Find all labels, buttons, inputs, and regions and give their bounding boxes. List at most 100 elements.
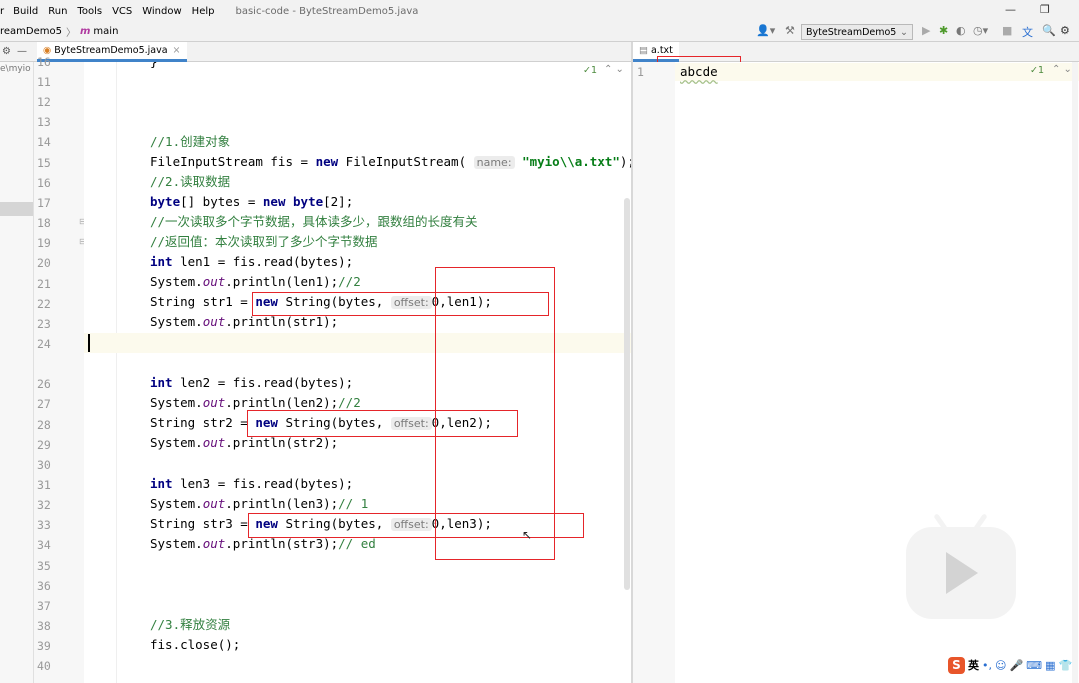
text-file-icon: ▤ xyxy=(639,44,648,56)
breadcrumb-method[interactable]: main xyxy=(93,26,118,37)
code-token: System. xyxy=(150,435,203,450)
run-icon[interactable]: ▶ xyxy=(922,24,930,37)
code-token: .println(str3); xyxy=(225,536,339,551)
emoji-icon[interactable]: ☺ xyxy=(995,659,1006,672)
line-number: 13 xyxy=(37,115,51,130)
left-tab-bar: ⚙ — ◉ ByteStreamDemo5.java × xyxy=(0,41,631,62)
method-icon: m xyxy=(80,26,91,37)
sogou-logo-icon[interactable]: S xyxy=(948,656,965,674)
skin-icon[interactable]: 👕 xyxy=(1058,659,1072,672)
right-scrollbar-track[interactable] xyxy=(1072,62,1078,683)
comment: //1.创建对象 xyxy=(150,134,231,149)
code-line: fis.close(); xyxy=(150,635,240,655)
comment: //返回值：本次读取到了多少个字节数据 xyxy=(150,234,378,249)
vertical-scrollbar[interactable] xyxy=(624,198,630,590)
navigation-bar: reamDemo5 〉 m main xyxy=(0,22,1079,42)
code-token: fis.close(); xyxy=(150,637,241,652)
line-number: 14 xyxy=(37,135,51,150)
code-line: //3.释放资源 xyxy=(150,615,230,635)
inspection-widget[interactable]: ✓1 xyxy=(1030,65,1044,76)
code-token: System. xyxy=(150,496,203,511)
menu-run[interactable]: Run xyxy=(43,6,72,17)
line-number: 39 xyxy=(37,639,51,654)
parameter-hint: name: xyxy=(473,156,515,169)
code-token: .println(len1); xyxy=(225,274,339,289)
punctuation-icon[interactable]: •, xyxy=(982,659,992,672)
comment: //2.读取数据 xyxy=(150,174,231,189)
keyword: int xyxy=(150,254,173,269)
comment: //2 xyxy=(338,274,361,289)
line-number: 17 xyxy=(37,195,51,210)
toolbox-icon[interactable]: ▦ xyxy=(1045,659,1055,672)
line-number-gutter: 16 11 12 13 14 15 16 17 18 19 20 21 22 23 24 26 27 28 29 3… xyxy=(34,55,86,683)
keyword: new xyxy=(315,154,339,169)
profiler-icon[interactable]: ◷▾ xyxy=(973,24,988,37)
code-token: String str2 = xyxy=(150,415,256,430)
menu-bar: r Build Run Tools VCS Window Help basic-… xyxy=(0,0,1079,22)
code-token: .println(len2); xyxy=(225,395,339,410)
selected-tree-item[interactable] xyxy=(0,202,33,216)
inspection-widget[interactable]: ✓1 xyxy=(583,65,597,76)
prev-next-highlight-icon[interactable]: ⌃ ⌄ xyxy=(1052,64,1072,75)
breadcrumb-class[interactable]: reamDemo5 xyxy=(0,26,62,37)
text-editor[interactable]: abcde xyxy=(675,62,1079,683)
static-field: out xyxy=(202,435,226,450)
menu-tools[interactable]: Tools xyxy=(72,6,107,17)
user-icon[interactable]: 👤▾ xyxy=(756,24,775,37)
code-token: System. xyxy=(150,395,203,410)
microphone-icon[interactable]: 🎤 xyxy=(1009,659,1023,672)
settings-icon[interactable]: ⚙ xyxy=(1060,24,1070,37)
static-field: out xyxy=(202,274,226,289)
restore-icon[interactable]: ❐ xyxy=(1040,3,1050,16)
line-number: 29 xyxy=(37,437,51,452)
inspection-count: 1 xyxy=(1037,65,1045,76)
run-config-label: ByteStreamDemo5 xyxy=(806,26,897,38)
gear-icon[interactable]: ⚙ xyxy=(2,46,11,57)
line-number: 37 xyxy=(37,598,51,613)
code-token: .println(str1); xyxy=(225,314,339,329)
stop-icon[interactable]: ■ xyxy=(1002,24,1012,37)
search-icon[interactable]: 🔍 xyxy=(1042,24,1056,37)
annotation-box xyxy=(252,292,549,316)
menu-build[interactable]: Build xyxy=(8,6,43,17)
code-token: [2]; xyxy=(323,194,354,209)
static-field: out xyxy=(202,496,226,511)
string-literal: "myio\\a.txt" xyxy=(522,154,620,169)
menu-window[interactable]: Window xyxy=(137,6,186,17)
keyboard-icon[interactable]: ⌨ xyxy=(1026,659,1042,672)
coverage-icon[interactable]: ◐ xyxy=(956,24,966,37)
code-line: FileInputStream fis = new FileInputStrea… xyxy=(150,152,631,172)
line-number xyxy=(34,354,84,374)
menu-vcs[interactable]: VCS xyxy=(107,6,137,17)
close-icon[interactable]: × xyxy=(173,45,181,56)
ime-language[interactable]: 英 xyxy=(968,657,979,673)
current-line-highlight xyxy=(675,63,1079,81)
menu-partial[interactable]: r xyxy=(0,6,8,17)
prev-next-highlight-icon[interactable]: ⌃ ⌄ xyxy=(604,64,624,75)
debug-icon[interactable]: ✱ xyxy=(939,24,948,37)
minimize-panel-icon[interactable]: — xyxy=(17,46,27,57)
code-line: int len3 = fis.read(bytes); xyxy=(150,474,353,494)
project-panel-strip: e\myio xyxy=(0,62,34,683)
line-number: 20 xyxy=(37,256,51,271)
chevron-down-icon: ⌄ xyxy=(900,26,908,38)
translate-icon[interactable]: 文 xyxy=(1022,24,1033,40)
code-token: String str3 = xyxy=(150,516,256,531)
menu-help[interactable]: Help xyxy=(187,6,220,17)
keyword: byte xyxy=(293,194,324,209)
comment: //3.释放资源 xyxy=(150,617,231,632)
code-token: len1 = fis.read(bytes); xyxy=(172,254,354,269)
line-number: 31 xyxy=(37,478,51,492)
line-number: 33 xyxy=(37,518,51,533)
inspection-count: 1 xyxy=(590,65,598,76)
video-watermark-icon xyxy=(906,513,1016,619)
run-config-select[interactable]: ByteStreamDemo5 ⌄ xyxy=(801,24,913,40)
line-number: 26 xyxy=(37,377,51,392)
minimize-icon[interactable]: — xyxy=(1005,3,1016,16)
code-token: ); xyxy=(619,154,631,169)
text-caret xyxy=(88,334,90,352)
build-hammer-icon[interactable]: ⚒ xyxy=(785,24,795,37)
play-icon xyxy=(946,552,978,594)
tab-label: a.txt xyxy=(650,44,673,56)
line-number: 38 xyxy=(37,619,51,634)
